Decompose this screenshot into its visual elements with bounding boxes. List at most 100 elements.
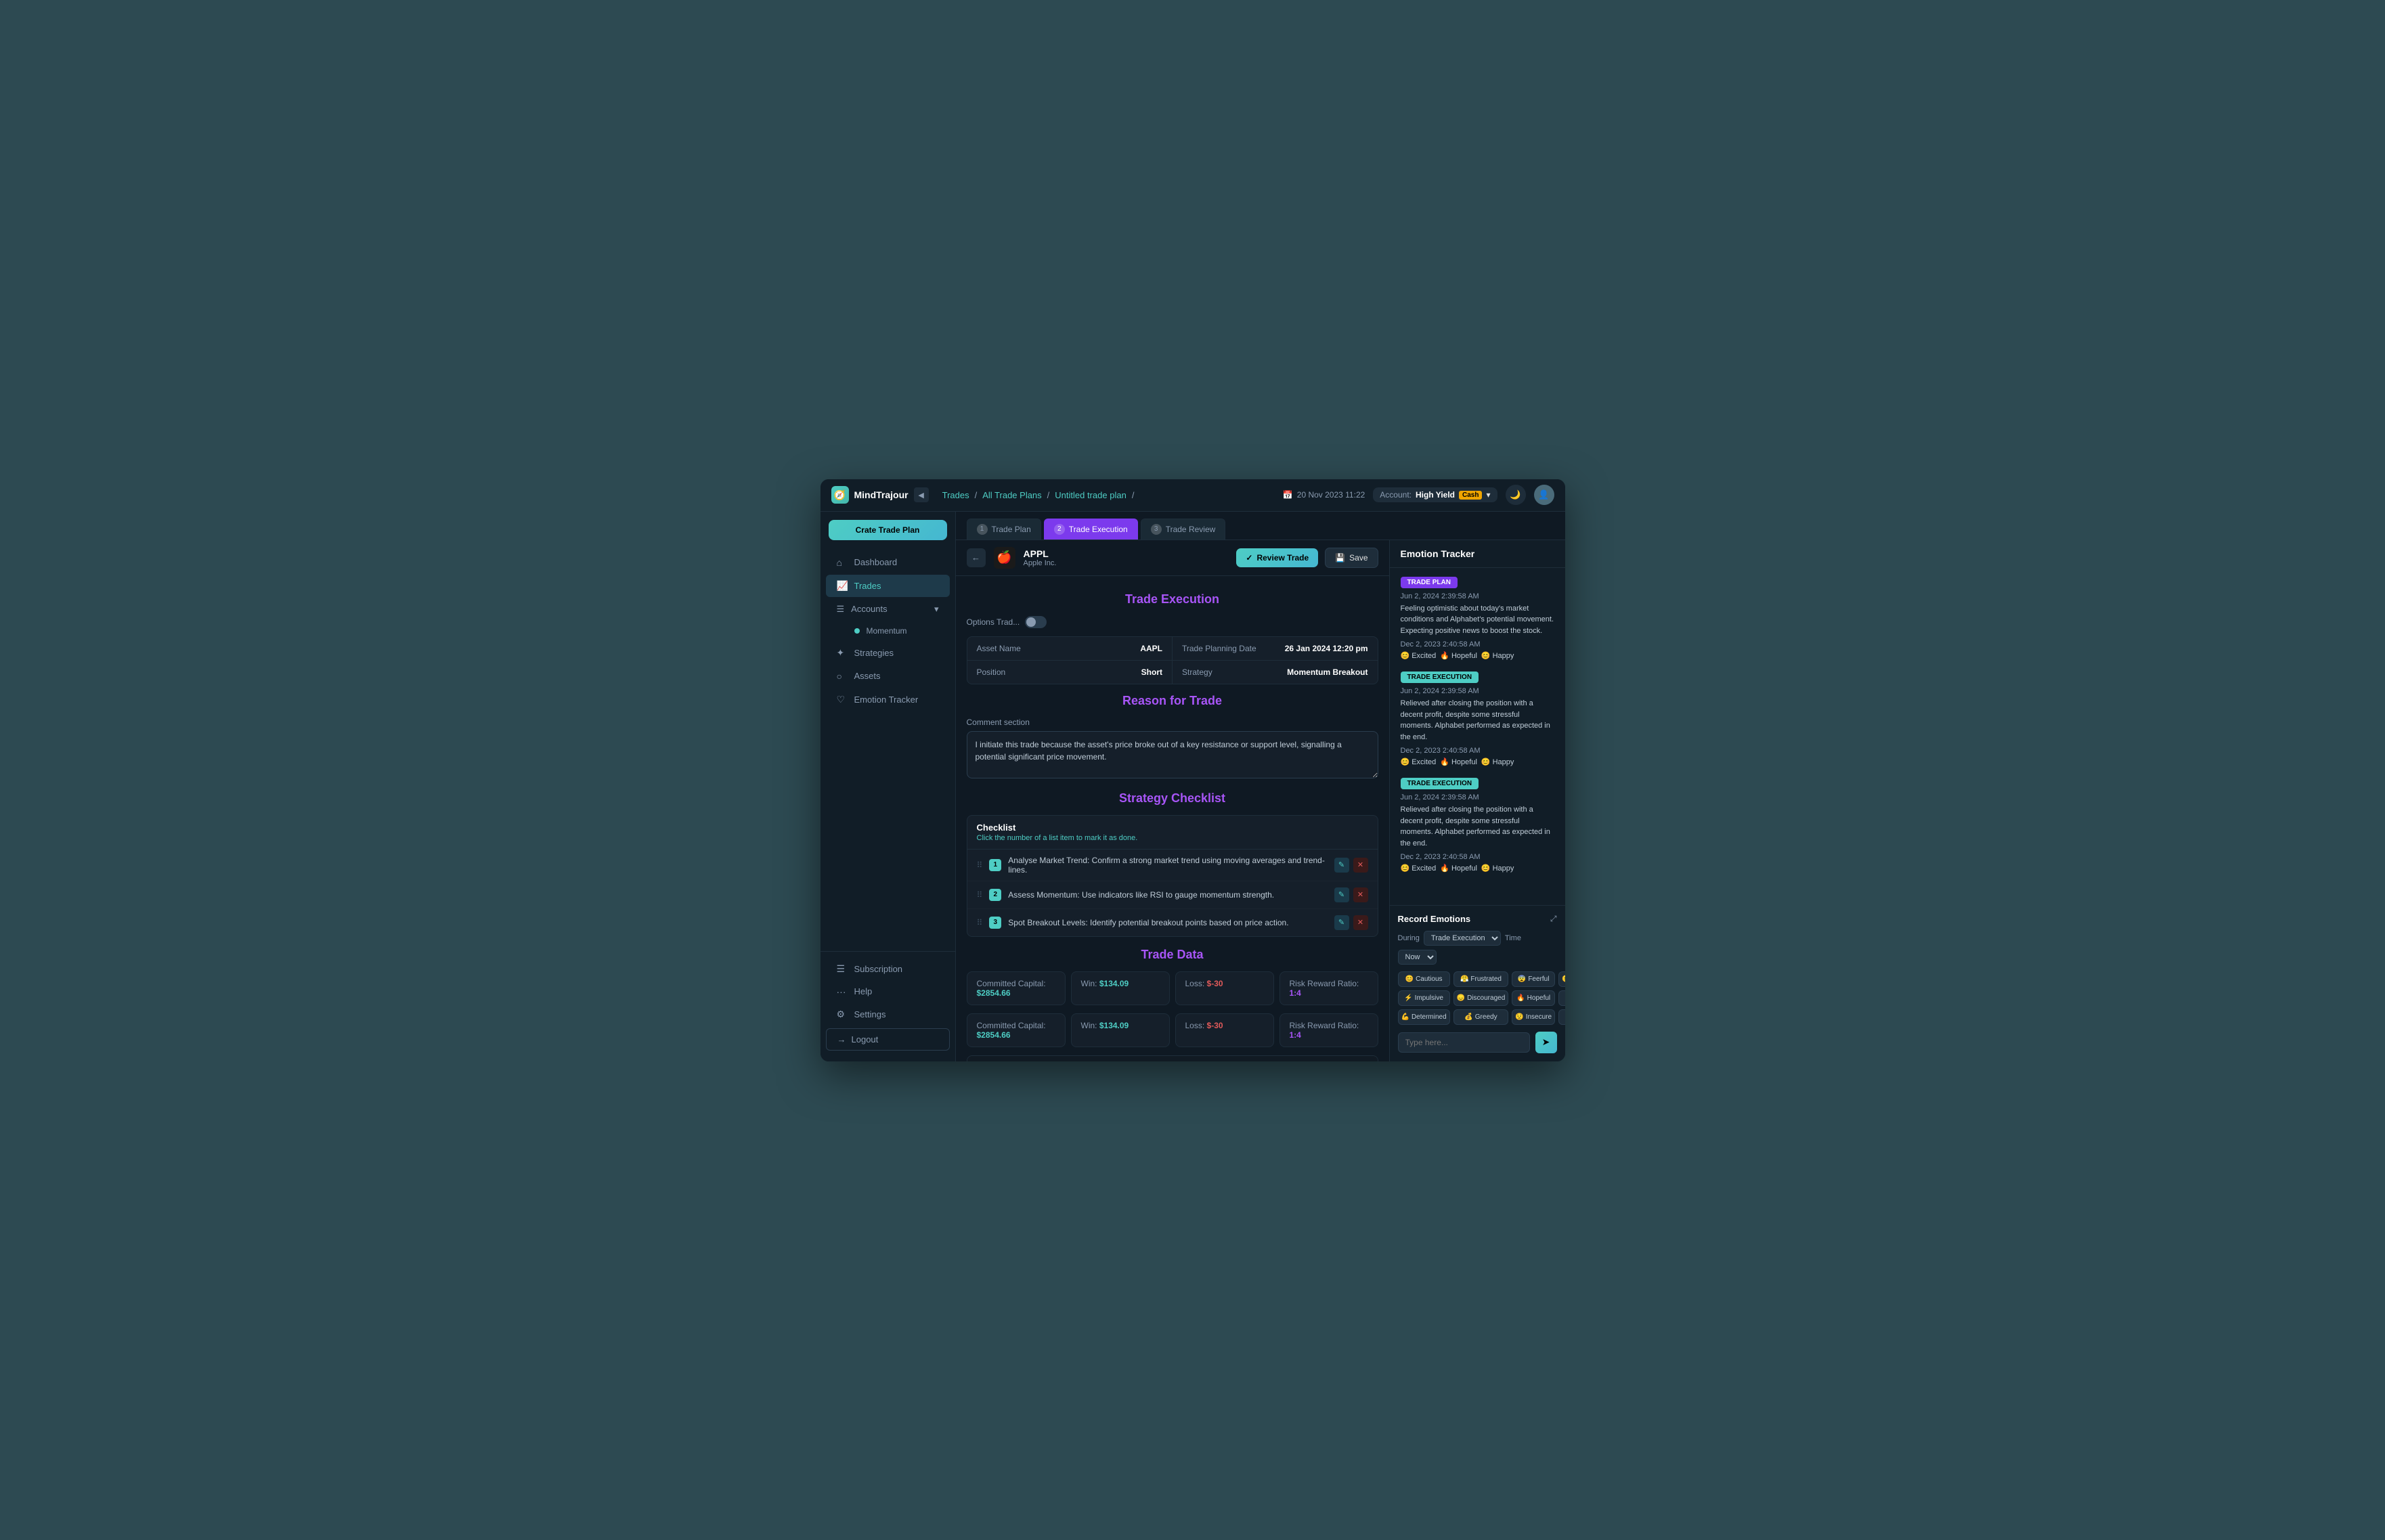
emotion-btn-discouraged[interactable]: 😞 Discouraged (1453, 990, 1509, 1006)
sidebar-item-momentum[interactable]: Momentum (826, 621, 950, 640)
loss-value-1: $-30 (1207, 979, 1223, 988)
nav-collapse-btn[interactable]: ◀ (914, 487, 929, 502)
emotion-tags-1: 😊 Excited 🔥 Hopeful 😊 Happy (1401, 651, 1554, 660)
settings-icon: ⚙ (837, 1009, 848, 1020)
emotion-tracker-title: Emotion Tracker (1390, 540, 1565, 568)
emotion-btn-frustrated[interactable]: 😤 Frustrated (1453, 971, 1509, 987)
logout-btn[interactable]: → Logout (826, 1028, 950, 1051)
committed-capital-label-2: Committed Capital: (977, 1021, 1046, 1030)
emotion-btn-nervous[interactable]: 😐 Ner... (1558, 971, 1565, 987)
breadcrumb-all-plans[interactable]: All Trade Plans (982, 490, 1041, 500)
account-selector[interactable]: Account: High Yield Cash ▾ (1373, 487, 1497, 502)
checklist-delete-btn-3[interactable]: ✕ (1353, 915, 1368, 930)
checklist-edit-btn-2[interactable]: ✎ (1334, 887, 1349, 902)
drag-handle-3[interactable]: ⠿ (977, 918, 983, 927)
sidebar-item-trades[interactable]: 📈 Trades (826, 575, 950, 597)
options-toggle-switch[interactable] (1025, 616, 1047, 628)
breadcrumb-current[interactable]: Untitled trade plan (1055, 490, 1126, 500)
sidebar-item-help[interactable]: ··· Help (826, 981, 950, 1003)
drag-handle-2[interactable]: ⠿ (977, 890, 983, 900)
emotion-btn-hopeful[interactable]: 🔥 Hopeful (1512, 990, 1555, 1006)
emotion-btn-extra2[interactable]: 😊 ... (1558, 1009, 1565, 1025)
trade-date-label: Trade Planning Date (1182, 644, 1256, 653)
create-trade-plan-btn[interactable]: Crate Trade Plan (829, 520, 947, 540)
asset-name-cell: Asset Name AAPL (967, 637, 1173, 660)
sidebar-label-emotion-tracker: Emotion Tracker (854, 695, 919, 705)
comment-textarea[interactable]: I initiate this trade because the asset'… (967, 731, 1378, 778)
deviation-header: Devia... (1323, 1056, 1378, 1061)
dark-mode-btn[interactable]: 🌙 (1506, 485, 1526, 505)
emotion-tracker-icon: ♡ (837, 694, 848, 705)
trade-data-grid-2: Committed Capital: $2854.66 Win: $134.09… (967, 1013, 1378, 1047)
checklist-delete-btn-1[interactable]: ✕ (1353, 858, 1368, 873)
check-num-2[interactable]: 2 (989, 889, 1001, 901)
sidebar-label-accounts: Accounts (851, 604, 887, 614)
content-area: 1 Trade Plan 2 Trade Execution 3 Trade R… (956, 512, 1565, 1061)
win-label-2: Win: (1081, 1021, 1097, 1030)
check-num-1[interactable]: 1 (989, 859, 1001, 871)
checklist-item-2: ⠿ 2 Assess Momentum: Use indicators like… (967, 881, 1378, 909)
user-avatar[interactable]: 👤 (1534, 485, 1554, 505)
sidebar-item-emotion-tracker[interactable]: ♡ Emotion Tracker (826, 688, 950, 711)
tab-num-3: 3 (1151, 524, 1162, 535)
asset-info: ← 🍎 APPL Apple Inc. (967, 547, 1057, 569)
breadcrumb-trades[interactable]: Trades (942, 490, 969, 500)
sidebar-item-settings[interactable]: ⚙ Settings (826, 1003, 950, 1026)
sidebar-item-strategies[interactable]: ✦ Strategies (826, 642, 950, 664)
emotion-btn-impulsive[interactable]: ⚡ Impulsive (1398, 990, 1450, 1006)
checklist-item-3: ⠿ 3 Spot Breakout Levels: Identify poten… (967, 909, 1378, 936)
record-emotions-panel: Record Emotions ⤢ During Trade Execution… (1390, 905, 1565, 1061)
nav-right: 📅 20 Nov 2023 11:22 Account: High Yield … (1283, 485, 1554, 505)
emotion-btn-greedy[interactable]: 💰 Greedy (1453, 1009, 1509, 1025)
breadcrumb-sep1: / (975, 490, 978, 500)
tab-trade-plan[interactable]: 1 Trade Plan (967, 519, 1041, 540)
expand-icon[interactable]: ⤢ (1550, 914, 1557, 924)
emotion-btn-extra1[interactable]: 😊 ... (1558, 990, 1565, 1006)
sidebar-item-assets[interactable]: ○ Assets (826, 665, 950, 687)
committed-capital-value-1: $2854.66 (977, 988, 1011, 998)
tab-trade-review[interactable]: 3 Trade Review (1141, 519, 1226, 540)
risk-reward-label-1: Risk Reward Ratio: (1290, 979, 1359, 988)
emotion-text-3: Relieved after closing the position with… (1401, 804, 1554, 849)
strategy-value: Momentum Breakout (1287, 667, 1367, 677)
filter-context-select[interactable]: Trade Execution (1424, 931, 1501, 946)
filter-time-label: Time (1505, 934, 1521, 942)
checklist-edit-btn-3[interactable]: ✎ (1334, 915, 1349, 930)
sidebar-item-dashboard[interactable]: ⌂ Dashboard (826, 552, 950, 573)
committed-capital-card-1: Committed Capital: $2854.66 (967, 971, 1066, 1005)
loss-card-2: Loss: $-30 (1175, 1013, 1274, 1047)
account-name: High Yield (1416, 490, 1455, 500)
help-icon: ··· (837, 986, 848, 997)
tab-label-trade-execution: Trade Execution (1069, 525, 1128, 534)
save-btn[interactable]: 💾 Save (1325, 548, 1378, 568)
app-name: MindTrajour (854, 489, 909, 500)
tab-trade-execution[interactable]: 2 Trade Execution (1044, 519, 1138, 540)
risk-reward-value-1: 1:4 (1290, 988, 1301, 998)
checklist-edit-btn-1[interactable]: ✎ (1334, 858, 1349, 873)
win-card-2: Win: $134.09 (1071, 1013, 1170, 1047)
checklist-delete-btn-2[interactable]: ✕ (1353, 887, 1368, 902)
back-btn[interactable]: ← (967, 548, 986, 567)
emotion-timestamp-1a: Jun 2, 2024 2:39:58 AM (1401, 592, 1554, 600)
sidebar-item-accounts[interactable]: ☰ Accounts ▾ (826, 598, 950, 620)
breadcrumb-sep3: / (1132, 490, 1135, 500)
cal-header (1098, 1060, 1114, 1061)
emotion-btn-insecure[interactable]: 😟 Insecure (1512, 1009, 1555, 1025)
trade-body: Trade Execution Options Trad... (956, 576, 1389, 1061)
emotion-text-input[interactable] (1398, 1032, 1530, 1053)
sidebar-item-subscription[interactable]: ☰ Subscription (826, 958, 950, 980)
review-trade-btn[interactable]: ✓ Review Trade (1236, 548, 1318, 567)
emotion-timestamp-3b: Dec 2, 2023 2:40:58 AM (1401, 853, 1554, 861)
drag-handle-1[interactable]: ⠿ (977, 860, 983, 870)
emotion-send-btn[interactable]: ➤ (1535, 1032, 1557, 1053)
info-row-2: Position Short Strategy Momentum Breakou… (967, 661, 1378, 684)
check-num-3[interactable]: 3 (989, 917, 1001, 929)
tab-label-trade-review: Trade Review (1166, 525, 1216, 534)
emotion-btn-fearful[interactable]: 😨 Feerful (1512, 971, 1555, 987)
emotion-btn-determined[interactable]: 💪 Determined (1398, 1009, 1450, 1025)
info-row-1: Asset Name AAPL Trade Planning Date 26 J… (967, 637, 1378, 661)
emotion-btn-cautious[interactable]: 😊 Cautious (1398, 971, 1450, 987)
filter-time-select[interactable]: Now (1398, 950, 1437, 965)
planned-header: Planned (988, 1056, 1099, 1061)
emotion-timestamp-3a: Jun 2, 2024 2:39:58 AM (1401, 793, 1554, 801)
